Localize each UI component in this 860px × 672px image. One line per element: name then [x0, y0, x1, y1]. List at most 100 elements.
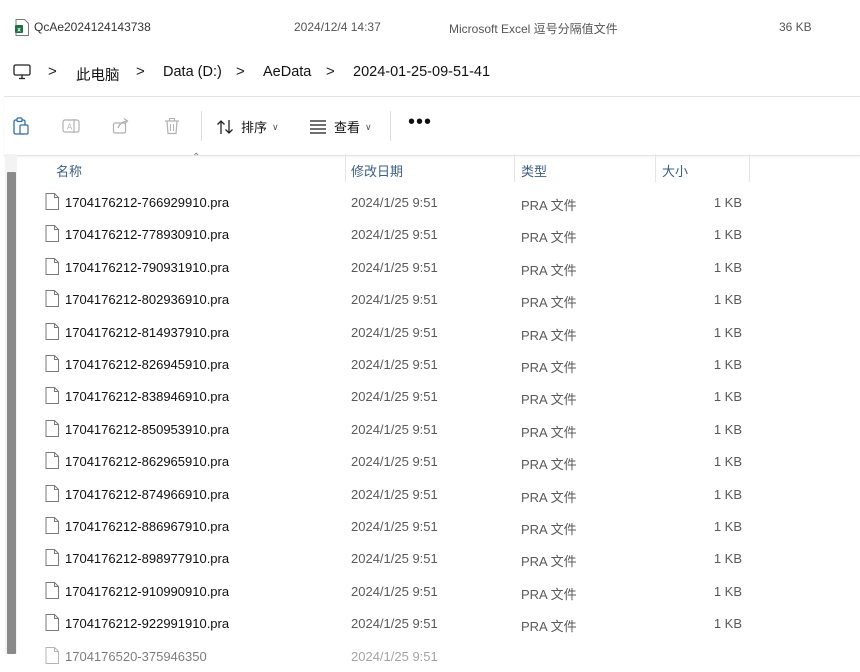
column-header-size[interactable]: 大小: [662, 161, 688, 180]
chevron-down-icon: ∨: [365, 122, 372, 132]
more-options-button[interactable]: •••: [408, 111, 432, 134]
view-label: 查看: [334, 120, 361, 135]
file-modified-date: 2024/1/25 9:51: [351, 519, 438, 534]
share-icon[interactable]: [112, 117, 130, 135]
file-row[interactable]: 1704176212-898977910.pra 2024/1/25 9:51 PR…: [0, 542, 860, 574]
file-row[interactable]: 1704176212-790931910.pra 2024/1/25 9:51 PR…: [0, 251, 860, 283]
column-divider[interactable]: [514, 154, 515, 182]
top-file-type: Microsoft Excel 逗号分隔值文件: [449, 22, 618, 36]
file-name: 1704176212-838946910.pra: [65, 389, 230, 405]
file-icon: [45, 193, 59, 210]
file-modified-date: 2024/1/25 9:51: [351, 648, 438, 664]
file-row[interactable]: 1704176212-838946910.pra 2024/1/25 9:51 PR…: [0, 380, 860, 412]
file-row[interactable]: 1704176212-922991910.pra 2024/1/25 9:51 PR…: [0, 607, 860, 639]
file-row[interactable]: 1704176212-910990910.pra 2024/1/25 9:51 PR…: [0, 575, 860, 607]
breadcrumb-separator-icon[interactable]: >: [48, 63, 57, 80]
command-bar: A 排序 ∨ 查看 ∨ •••: [4, 96, 860, 156]
file-modified-date: 2024/1/25 9:51: [351, 486, 438, 502]
file-name: 1704176212-874966910.pra: [65, 486, 230, 502]
file-name: 1704176212-850953910.pra: [65, 421, 230, 437]
file-size: 1 KB: [713, 486, 742, 502]
file-type: PRA 文件: [521, 198, 577, 213]
file-type: PRA 文件: [521, 230, 577, 246]
file-size: 1 KB: [713, 195, 742, 210]
file-row[interactable]: 1704176212-778930910.pra 2024/1/25 9:51 PR…: [0, 218, 860, 250]
breadcrumb: > 此电脑 > Data (D:) > AeData > 2024-01-25-…: [0, 54, 860, 96]
file-row[interactable]: 1704176212-802936910.pra 2024/1/25 9:51 PR…: [0, 283, 860, 315]
file-modified-date: 2024/1/25 9:51: [351, 616, 438, 632]
file-type: PRA 文件: [521, 295, 577, 311]
paste-icon[interactable]: [12, 117, 30, 135]
svg-text:x: x: [17, 26, 21, 33]
file-row[interactable]: 1704176212-874966910.pra 2024/1/25 9:51 PR…: [0, 478, 860, 510]
file-modified-date: 2024/1/25 9:51: [351, 324, 438, 340]
breadcrumb-current-folder[interactable]: 2024-01-25-09-51-41: [353, 64, 490, 80]
excel-csv-icon: x: [15, 19, 29, 36]
column-header-name[interactable]: 名称: [56, 161, 82, 180]
file-size: 1 KB: [713, 389, 742, 405]
file-modified-date: 2024/1/25 9:51: [351, 583, 438, 599]
rename-icon[interactable]: A: [62, 117, 80, 135]
file-type: PRA 文件: [521, 327, 577, 343]
sort-label: 排序: [241, 120, 268, 135]
svg-text:A: A: [67, 123, 73, 132]
file-type: PRA 文件: [521, 522, 577, 537]
column-header-row: ⌃ 名称 修改日期 类型 大小: [0, 152, 860, 184]
this-pc-icon[interactable]: [13, 64, 31, 80]
column-divider[interactable]: [655, 154, 656, 182]
toolbar-divider: [201, 111, 202, 141]
column-header-date[interactable]: 修改日期: [351, 161, 403, 180]
file-modified-date: 2024/1/25 9:51: [351, 259, 438, 275]
file-modified-date: 2024/1/25 9:51: [351, 292, 438, 308]
delete-icon[interactable]: [163, 117, 181, 135]
file-size: 1 KB: [713, 583, 742, 599]
sort-icon[interactable]: [216, 118, 234, 136]
sort-button[interactable]: 排序 ∨: [241, 117, 279, 136]
file-size: 1 KB: [713, 616, 742, 632]
breadcrumb-separator-icon[interactable]: >: [136, 63, 145, 80]
file-row-top[interactable]: x QcAe2024124143738 2024/12/4 14:37 Micr…: [0, 0, 860, 54]
file-modified-date: 2024/1/25 9:51: [351, 551, 438, 567]
view-button[interactable]: 查看 ∨: [334, 117, 372, 136]
file-icon: [45, 322, 59, 340]
file-icon: [45, 581, 59, 599]
view-icon[interactable]: [309, 118, 327, 136]
file-size: 1 KB: [713, 421, 742, 437]
file-row[interactable]: 1704176212-886967910.pra 2024/1/25 9:51 PR…: [0, 510, 860, 542]
sort-ascending-icon: ⌃: [192, 152, 201, 163]
file-name: 1704176212-898977910.pra: [65, 551, 230, 567]
file-row[interactable]: 1704176520-375946350 2024/1/25 9:51: [0, 640, 860, 672]
file-row[interactable]: 1704176212-862965910.pra 2024/1/25 9:51 PR…: [0, 445, 860, 477]
breadcrumb-this-pc[interactable]: 此电脑: [76, 64, 120, 85]
file-row[interactable]: 1704176212-826945910.pra 2024/1/25 9:51 PR…: [0, 348, 860, 380]
file-type: PRA 文件: [521, 424, 577, 440]
file-name: 1704176520-375946350: [65, 648, 207, 664]
file-row[interactable]: 1704176212-850953910.pra 2024/1/25 9:51 PR…: [0, 413, 860, 445]
file-row[interactable]: 1704176212-814937910.pra 2024/1/25 9:51 PR…: [0, 316, 860, 348]
file-size: 1 KB: [713, 324, 742, 340]
breadcrumb-aedata[interactable]: AeData: [263, 64, 311, 80]
file-name: 1704176212-790931910.pra: [65, 259, 230, 275]
file-size: 1 KB: [713, 227, 742, 243]
file-name: 1704176212-766929910.pra: [65, 195, 230, 210]
breadcrumb-separator-icon[interactable]: >: [236, 63, 245, 80]
top-file-size: 36 KB: [779, 20, 812, 34]
breadcrumb-separator-icon[interactable]: >: [326, 63, 335, 80]
file-icon: [45, 419, 59, 437]
file-icon: [45, 290, 59, 308]
file-name: 1704176212-862965910.pra: [65, 454, 230, 470]
file-type: PRA 文件: [521, 392, 577, 408]
file-icon: [45, 484, 59, 502]
file-size: 1 KB: [713, 454, 742, 470]
file-row[interactable]: 1704176212-766929910.pra 2024/1/25 9:51 PR…: [0, 186, 860, 218]
file-name: 1704176212-802936910.pra: [65, 292, 230, 308]
chevron-down-icon: ∨: [272, 122, 279, 132]
file-modified-date: 2024/1/25 9:51: [351, 454, 438, 470]
column-header-type[interactable]: 类型: [521, 161, 547, 180]
file-icon: [45, 646, 59, 664]
column-divider[interactable]: [749, 154, 750, 182]
column-divider[interactable]: [345, 154, 346, 182]
file-type: PRA 文件: [521, 457, 577, 473]
breadcrumb-drive[interactable]: Data (D:): [163, 64, 222, 80]
file-size: 1 KB: [713, 292, 742, 308]
